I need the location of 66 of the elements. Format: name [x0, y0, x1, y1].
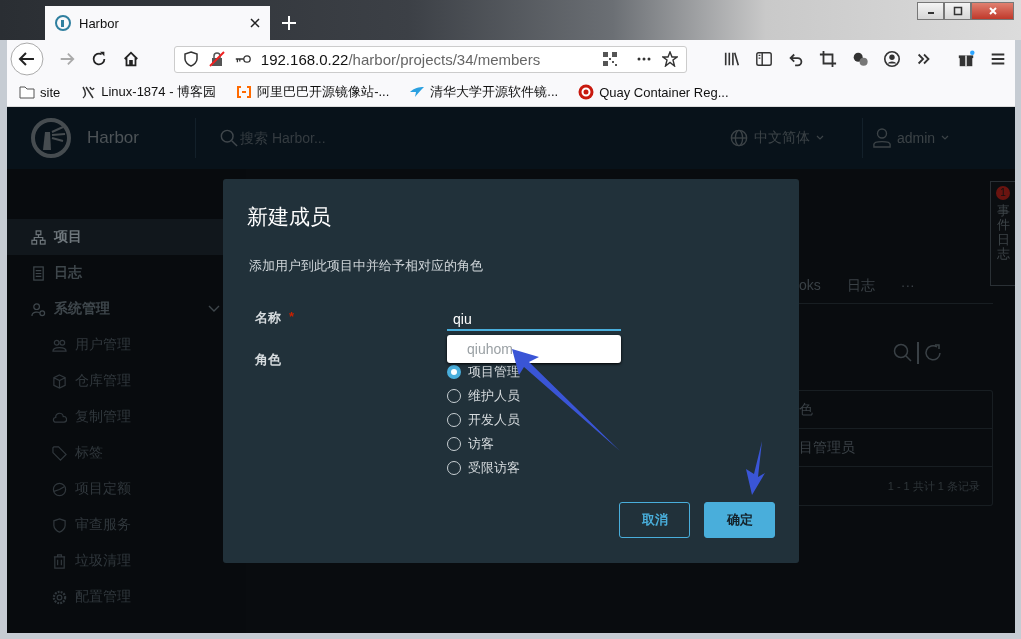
maximize-icon — [952, 6, 963, 16]
sidebar-icon[interactable] — [755, 50, 773, 68]
shield-icon — [52, 517, 67, 533]
radio-label: 访客 — [468, 435, 494, 453]
radio-label: 开发人员 — [468, 411, 520, 429]
close-icon[interactable] — [250, 18, 260, 28]
name-input[interactable]: qiu — [447, 309, 621, 331]
home-icon[interactable] — [121, 50, 140, 68]
ring-icon — [578, 84, 595, 100]
user-gear-icon — [31, 301, 46, 317]
crop-icon[interactable] — [819, 50, 837, 68]
library-icon[interactable] — [723, 50, 741, 68]
maximize-button[interactable] — [944, 2, 971, 20]
url-text: 192.168.0.22/harbor/projects/34/members — [260, 50, 542, 68]
bookmark[interactable]: site — [19, 84, 61, 100]
radio-label: 维护人员 — [468, 387, 520, 405]
insecure-lock-icon — [208, 51, 225, 67]
bookmark[interactable]: 阿里巴巴开源镜像站-... — [236, 83, 390, 101]
tag-icon — [52, 445, 67, 461]
annotation-arrow — [746, 441, 765, 495]
gauge-icon — [52, 481, 67, 497]
users-icon — [52, 337, 67, 353]
gear-icon — [52, 589, 67, 605]
shield-icon — [182, 51, 199, 67]
sidebar-item[interactable]: 系统管理 — [7, 291, 246, 327]
swirl-icon — [80, 84, 97, 100]
dialog-description: 添加用户到此项目中并给予相对应的角色 — [249, 257, 484, 275]
page-tab[interactable]: ··· — [900, 277, 915, 295]
gift-icon[interactable] — [957, 50, 975, 68]
count-badge: 1 — [996, 186, 1010, 200]
dialog-title: 新建成员 — [247, 204, 332, 230]
caret-icon — [816, 135, 824, 141]
lighthouse-logo-icon — [31, 118, 71, 158]
star-icon[interactable] — [662, 51, 678, 67]
sidebar-item[interactable]: 日志 — [7, 255, 246, 291]
address-bar[interactable]: 192.168.0.22/harbor/projects/34/members — [173, 45, 687, 73]
cancel-button[interactable]: 取消 — [619, 502, 690, 538]
tab-title: Harbor — [79, 15, 120, 31]
bracket-icon — [236, 84, 253, 100]
minimize-button[interactable] — [917, 2, 944, 20]
bookmark[interactable]: 清华大学开源软件镜... — [409, 83, 559, 101]
cube-icon — [52, 373, 67, 389]
trash-icon — [52, 553, 67, 569]
browser-tab[interactable]: Harbor — [45, 6, 270, 40]
field-label: 名称 — [255, 309, 281, 327]
required-mark: * — [289, 309, 295, 326]
pawns-icon[interactable] — [851, 50, 869, 68]
bookmark[interactable]: Linux-1874 - 博客园 — [80, 83, 217, 101]
suggestion-item[interactable]: qiuhom — [467, 341, 513, 357]
qr-code-icon[interactable] — [602, 51, 618, 67]
field-label: 角色 — [255, 351, 281, 369]
caret-icon — [941, 135, 950, 141]
close-icon — [987, 6, 998, 16]
hierarchy-icon — [31, 229, 46, 245]
close-button[interactable] — [971, 2, 1014, 20]
account-icon[interactable] — [883, 50, 901, 68]
radio-label: 受限访客 — [468, 459, 520, 477]
radio-button[interactable] — [447, 365, 461, 379]
confirm-button[interactable]: 确定 — [704, 502, 775, 538]
harbor-logo-icon — [55, 15, 71, 31]
new-tab-icon[interactable] — [282, 16, 296, 30]
document-icon — [31, 265, 46, 281]
brand-name: Harbor — [87, 128, 140, 148]
bookmark[interactable]: Quay Container Reg... — [578, 84, 729, 100]
folder-icon — [19, 84, 35, 100]
back-icon[interactable] — [10, 42, 44, 76]
